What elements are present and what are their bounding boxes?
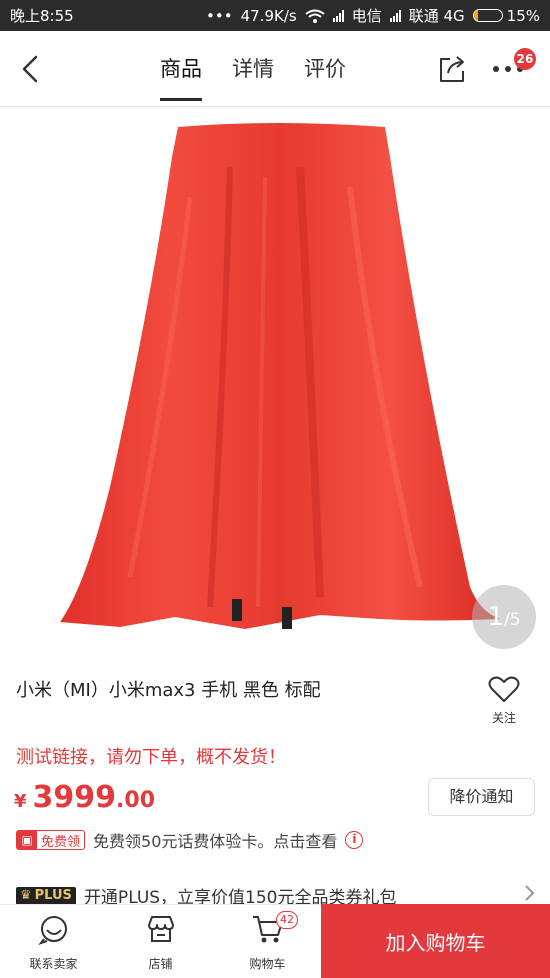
favorite-label: 关注 [491,711,516,725]
favorite-button[interactable]: 关注 [484,675,524,727]
battery-indicator: 15% [472,6,540,25]
image-pager: 1 /5 [472,585,536,649]
signal-icon [332,9,344,22]
share-icon[interactable] [436,53,468,85]
add-to-cart-button[interactable]: 加入购物车 [321,904,550,978]
chevron-right-icon[interactable] [524,884,536,902]
message-count-badge: 26 [514,48,536,70]
carrier1-label: 电信 [351,7,382,25]
dots-icon: ••• [206,6,233,25]
info-icon[interactable]: i [345,831,364,849]
tab-details[interactable]: 详情 [232,53,274,101]
status-time: 晚上8:55 [10,7,74,25]
pager-current: 1 [487,602,504,632]
gift-icon: ▣ [17,831,37,849]
product-image[interactable] [0,107,550,657]
store-button[interactable]: 店铺 [107,905,214,978]
crown-icon: ♛ [20,888,32,903]
wifi-icon [305,9,325,23]
coupon-tag: ▣ 免费领 [16,830,86,850]
coupon-row[interactable]: ▣ 免费领 免费领50元话费体验卡。点击查看 i [16,828,364,852]
cart-label: 购物车 [249,957,286,971]
price-integer: 3999 [32,780,117,815]
pager-total: /5 [504,610,521,630]
tab-reviews[interactable]: 评价 [304,53,346,101]
warning-text: 测试链接，请勿下单，概不发货！ [16,747,286,768]
contact-seller-button[interactable]: 联系卖家 [0,905,107,978]
coupon-tag-label: 免费领 [41,834,81,850]
carrier2-label: 联通 4G [408,7,465,25]
battery-icon [472,9,503,22]
price-currency: ¥ [14,791,27,812]
status-bar: 晚上8:55 ••• 47.9K/s 电信 联通 4G 15% [0,0,550,31]
network-speed: 47.9K/s [240,6,297,25]
contact-seller-label: 联系卖家 [29,957,78,971]
coupon-text: 免费领50元话费体验卡。点击查看 [93,832,338,851]
battery-text: 15% [506,6,540,25]
heart-icon [488,676,520,702]
product-price: ¥ 3999 .00 [14,780,155,815]
plus-badge: ♛ PLUS [16,886,76,905]
tab-product[interactable]: 商品 [160,53,202,101]
cart-button[interactable]: 42 购物车 [214,905,321,978]
cart-count-badge: 42 [276,911,298,929]
price-decimal: .00 [116,788,156,813]
price-drop-notify-button[interactable]: 降价通知 [428,778,535,816]
signal-icon-2 [389,9,401,22]
store-label: 店铺 [148,957,173,971]
product-title: 小米（MI）小米max3 手机 黑色 标配 [16,680,321,701]
nav-header: 商品 详情 评价 [0,31,550,107]
plus-badge-label: PLUS [34,888,72,903]
store-icon [147,916,174,942]
back-arrow-icon[interactable] [14,51,50,87]
chat-icon [37,916,67,945]
red-cloth-image [60,123,500,629]
status-right: ••• 47.9K/s 电信 联通 4G 15% [206,5,540,26]
tab-bar: 商品 详情 评价 [160,53,346,101]
